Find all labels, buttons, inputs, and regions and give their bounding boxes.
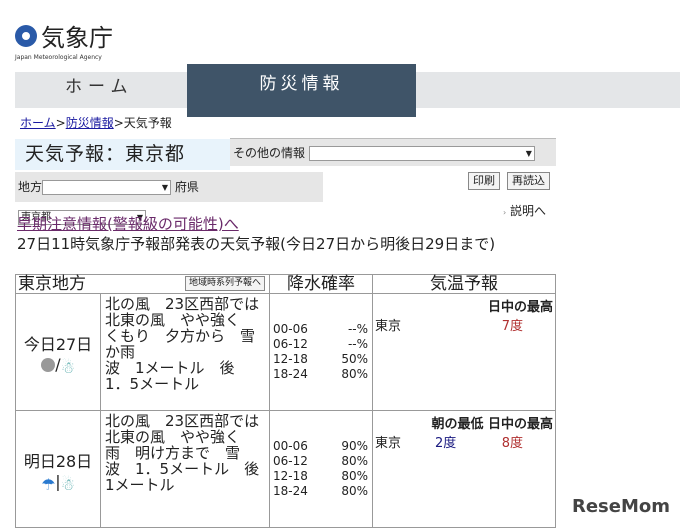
region-bar: 地方 ▼ 府県東京都 ▼ [15, 172, 323, 225]
early-warning-link[interactable]: 早期注意情報(警報級の可能性)へ [17, 213, 239, 234]
table-row: 明日28日 ☂|☃ 北の風 23区西部では 北東の風 やや強く 雨 明け方まで … [15, 410, 556, 528]
snowman-icon: ☃ [60, 475, 76, 494]
logo-name: 気象庁 [41, 24, 113, 52]
forecast-table: 東京地方 地域時系列予報へ 降水確率 気温予報 今日27日 /☃ 北の風 23区西… [15, 274, 556, 528]
day-cell: 明日28日 ☂|☃ [15, 410, 101, 528]
temp-header: 気温予報 [372, 274, 556, 294]
breadcrumb-bousai[interactable]: 防災情報 [66, 116, 114, 130]
breadcrumb-home[interactable]: ホーム [20, 116, 56, 130]
weather-cell: 北の風 23区西部では 北東の風 やや強く くもり 夕方から 雪か雨波 1メート… [100, 293, 274, 411]
jma-logo-icon [15, 24, 37, 47]
area-header: 東京地方 地域時系列予報へ [15, 274, 270, 294]
temp-cell: 朝の最低 日中の最高 東京 2度 8度 [372, 410, 556, 528]
umbrella-icon: ☂ [41, 475, 56, 494]
print-button[interactable]: 印刷 [468, 172, 500, 190]
region-select[interactable]: ▼ [42, 180, 172, 195]
table-row: 今日27日 /☃ 北の風 23区西部では 北東の風 やや強く くもり 夕方から … [15, 293, 556, 411]
resemom-watermark: ReseMom [571, 496, 670, 517]
issued-text: 27日11時気象庁予報部発表の天気予報(今日27日から明後日29日まで) [17, 235, 496, 253]
breadcrumb-sep: > [113, 116, 124, 130]
nav-home[interactable]: ホーム [65, 72, 134, 97]
pref-label: 府県 [174, 180, 199, 194]
weather-cell: 北の風 23区西部では 北東の風 やや強く 雨 明け方まで 雪波 1．5メートル… [100, 410, 274, 528]
cloud-icon [41, 358, 56, 372]
day-cell: 今日27日 /☃ [15, 293, 101, 411]
breadcrumb-sep: > [55, 116, 66, 130]
other-info-bar: その他の情報 ▼ [230, 138, 556, 166]
pop-cell: 00-06 90% 06-12 80% 12-18 80% 18-24 80% [269, 410, 373, 528]
nav-bousai[interactable]: 防災情報 [187, 64, 416, 117]
logo-subtitle: Japan Meteorological Agency [15, 54, 102, 61]
pop-header: 降水確率 [269, 274, 373, 294]
breadcrumb: ホーム>防災情報>天気予報 [20, 114, 172, 131]
explain-link[interactable]: › 説明へ [503, 202, 546, 219]
temp-cell: 日中の最高 東京 7度 [372, 293, 556, 411]
arrow-icon: › [503, 208, 507, 217]
page-title: 天気予報：東京都 [15, 139, 230, 170]
chevron-down-icon: ▼ [161, 183, 169, 192]
jma-logo[interactable]: 気象庁 Japan Meteorological Agency [15, 18, 113, 61]
other-info-label: その他の情報 [233, 146, 306, 160]
other-info-select[interactable]: ▼ [308, 146, 535, 161]
pop-cell: 00-06 --% 06-12 --% 12-18 50% 18-24 80% [269, 293, 373, 411]
chevron-down-icon: ▼ [525, 149, 532, 158]
reload-button[interactable]: 再読込 [507, 172, 550, 190]
breadcrumb-current: 天気予報 [123, 116, 172, 130]
region-label: 地方 [18, 180, 43, 194]
timeseries-button[interactable]: 地域時系列予報へ [184, 276, 265, 291]
